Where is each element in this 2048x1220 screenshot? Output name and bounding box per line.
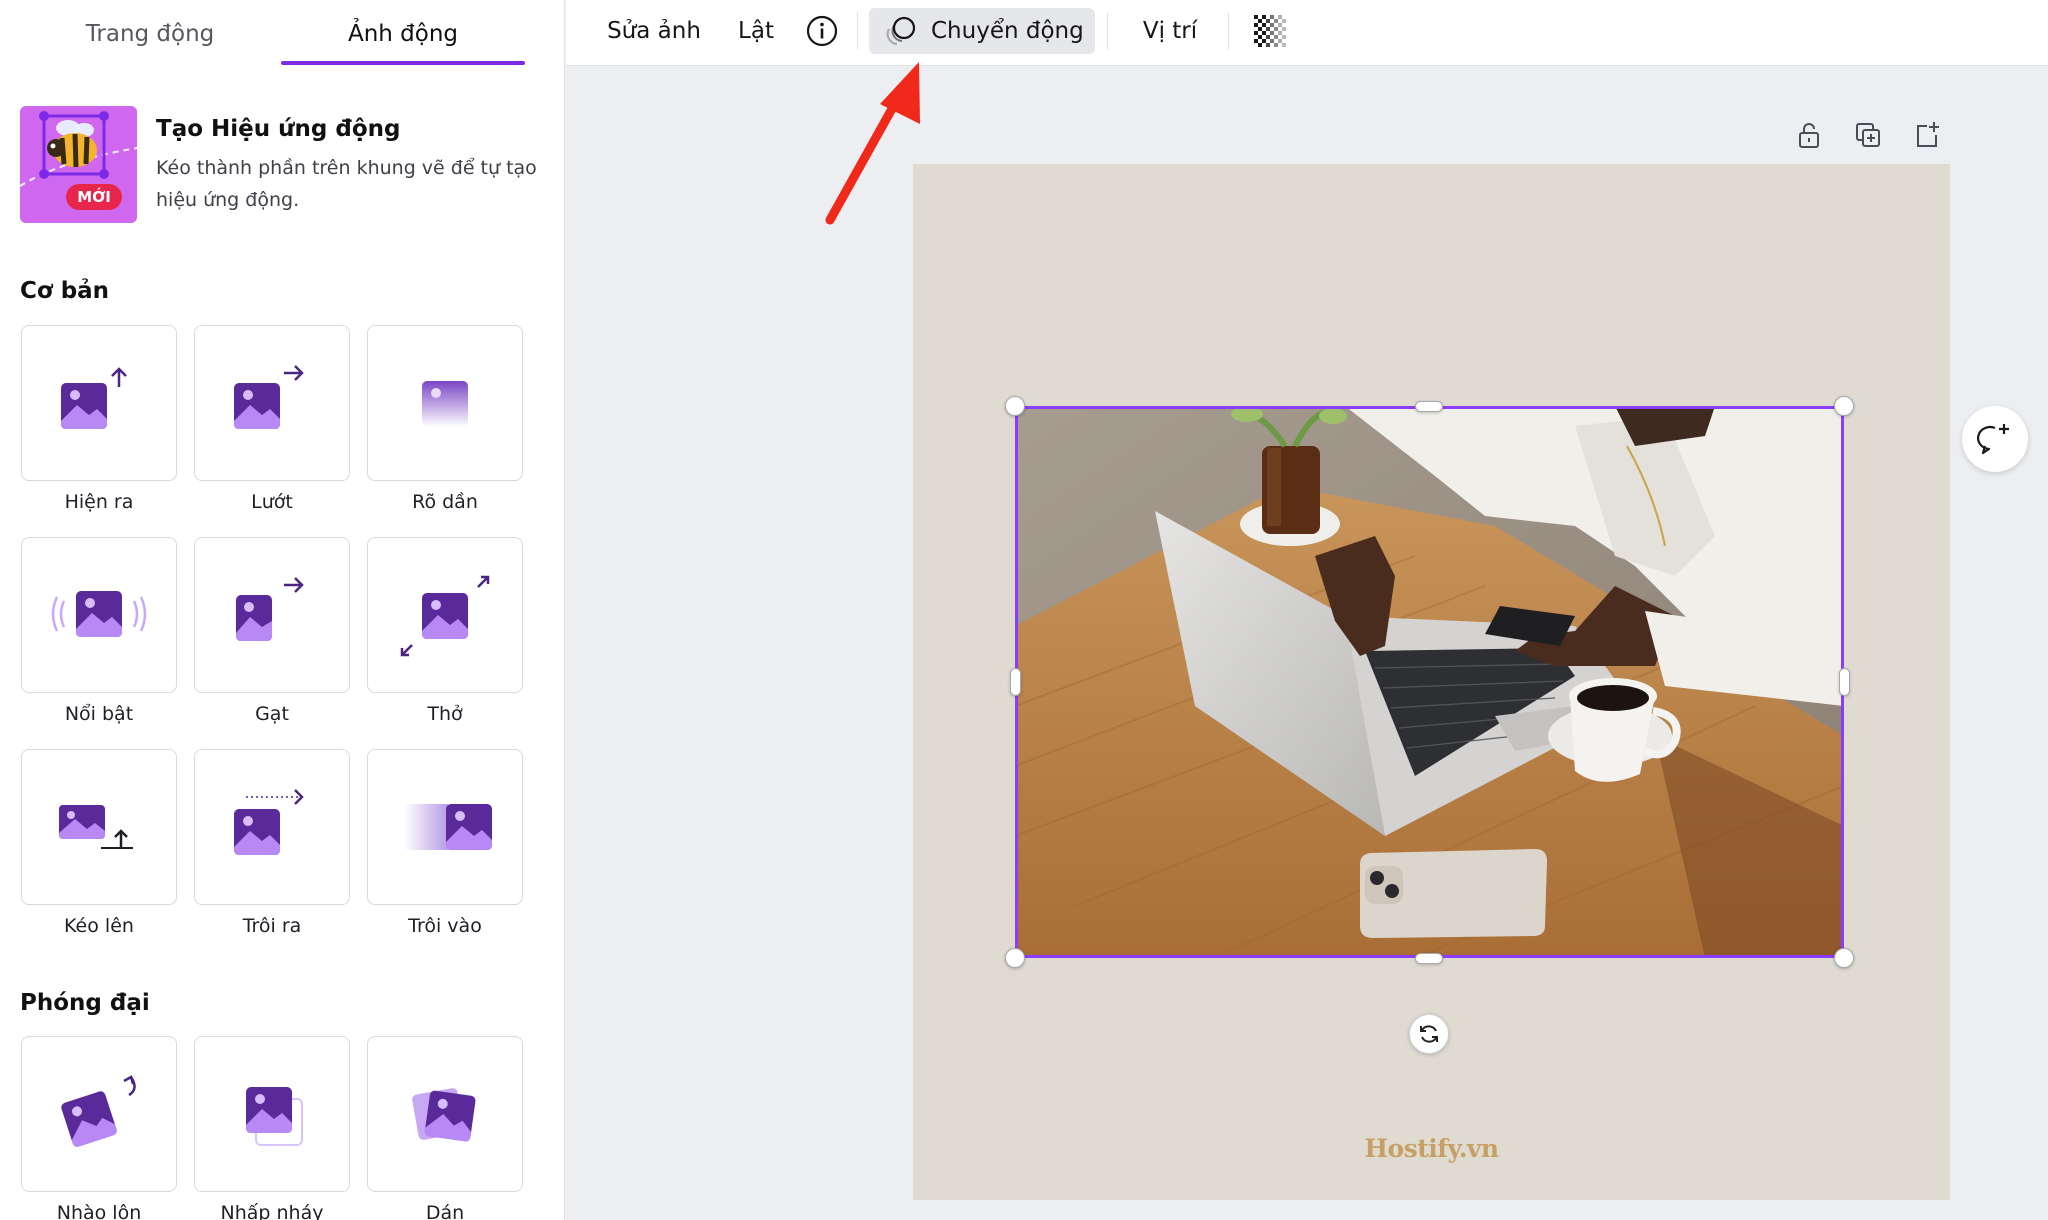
rotate-button[interactable] — [1409, 1014, 1449, 1054]
flip-button[interactable]: Lật — [720, 8, 792, 54]
image-slide-in-icon — [404, 804, 492, 850]
image-stomp-icon — [412, 1088, 476, 1142]
resize-handle-left[interactable] — [1010, 668, 1021, 696]
checkerboard-icon — [1254, 15, 1286, 47]
annotation-arrow — [825, 62, 920, 225]
add-comment-button[interactable] — [1962, 406, 2028, 472]
resize-handle-bottom-left[interactable] — [1005, 948, 1025, 968]
toolbar-separator — [1228, 12, 1229, 50]
animation-fade[interactable] — [367, 325, 523, 481]
animation-tumble-in[interactable] — [367, 749, 523, 905]
animation-pop[interactable] — [21, 537, 177, 693]
watermark-text: Hostify.vn — [1364, 1134, 1499, 1163]
image-tumble-icon — [61, 1075, 136, 1147]
image-arrow-up-icon — [61, 367, 127, 429]
toolbar-separator — [857, 12, 858, 50]
section-title-basic: Cơ bản — [20, 278, 110, 304]
create-animation-card[interactable]: MỚI Tạo Hiệu ứng động Kéo thành phần trê… — [20, 106, 540, 224]
animation-wipe[interactable] — [194, 537, 350, 693]
context-toolbar: Sửa ảnh Lật Chuyển động Vị trí — [566, 0, 2048, 66]
image-pop-icon — [51, 591, 147, 637]
animation-label: Hiện ra — [64, 491, 134, 513]
resize-handle-bottom-right[interactable] — [1834, 948, 1854, 968]
position-button[interactable]: Vị trí — [1118, 8, 1222, 54]
animation-label: Lướt — [251, 491, 293, 513]
toolbar-separator — [1107, 12, 1108, 50]
resize-handle-top[interactable] — [1415, 401, 1443, 412]
animation-rise[interactable] — [21, 325, 177, 481]
animation-label: Trôi vào — [408, 915, 482, 937]
animation-pan[interactable] — [194, 325, 350, 481]
resize-handle-top-right[interactable] — [1834, 396, 1854, 416]
animation-label: Gạt — [255, 703, 289, 725]
comment-add-icon — [1977, 424, 2009, 455]
bee-animation-thumbnail: MỚI — [20, 106, 137, 223]
animation-label: Thở — [427, 703, 463, 725]
promo-description: Kéo thành phần trên khung vẽ để tự tạo h… — [156, 157, 537, 211]
design-page[interactable]: Hostify.vn — [913, 164, 1950, 1200]
lock-icon[interactable] — [1792, 118, 1826, 152]
panel-tabs: Trang động Ảnh động — [0, 0, 564, 68]
rotate-icon — [1420, 1025, 1438, 1043]
transparency-button[interactable] — [1242, 8, 1298, 54]
image-drift-icon — [234, 789, 304, 855]
animate-icon — [886, 16, 916, 45]
animation-tumble[interactable] — [21, 1036, 177, 1192]
image-baseline-icon — [59, 805, 133, 849]
promo-title: Tạo Hiệu ứng động — [156, 116, 401, 142]
selected-photo[interactable] — [1015, 406, 1844, 958]
brand-watermark: Hostify.vn — [913, 1134, 1950, 1163]
animation-drift[interactable] — [194, 749, 350, 905]
image-wipe-icon — [236, 577, 304, 641]
animation-label: Rõ dần — [412, 491, 478, 513]
animations-panel: Trang động Ảnh động MỚI Tạo Hiệu ứng độn… — [0, 0, 565, 1220]
info-button[interactable] — [794, 8, 850, 54]
tab-page-animations[interactable]: Trang động — [20, 0, 280, 68]
animate-label: Chuyển động — [931, 18, 1084, 44]
info-icon — [806, 15, 838, 47]
photo-laptop-desk — [1015, 406, 1844, 958]
duplicate-icon[interactable] — [1851, 118, 1885, 152]
animation-label: Kéo lên — [64, 915, 134, 937]
active-tab-indicator — [281, 61, 525, 65]
image-breathe-icon — [400, 575, 490, 657]
animation-label: Dán — [425, 1202, 465, 1220]
edit-photo-button[interactable]: Sửa ảnh — [592, 8, 716, 54]
resize-handle-bottom[interactable] — [1415, 953, 1443, 964]
animate-button[interactable]: Chuyển động — [869, 8, 1095, 54]
animation-label: Nổi bật — [64, 703, 134, 725]
animation-breathe[interactable] — [367, 537, 523, 693]
animation-label: Nhấp nháy — [220, 1202, 324, 1220]
resize-handle-right[interactable] — [1839, 668, 1850, 696]
animation-label: Trôi ra — [242, 915, 302, 937]
tab-photo-animations[interactable]: Ảnh động — [281, 0, 525, 68]
image-arrow-right-icon — [234, 365, 304, 429]
image-fade-icon — [422, 381, 468, 427]
add-page-icon[interactable] — [1910, 118, 1944, 152]
new-badge: MỚI — [66, 184, 122, 210]
animation-flicker[interactable] — [194, 1036, 350, 1192]
section-title-exaggerated: Phóng đại — [20, 990, 150, 1016]
image-flicker-icon — [246, 1087, 303, 1146]
animation-stomp[interactable] — [367, 1036, 523, 1192]
animation-label: Nhào lộn — [56, 1202, 142, 1220]
animation-baseline[interactable] — [21, 749, 177, 905]
resize-handle-top-left[interactable] — [1005, 396, 1025, 416]
